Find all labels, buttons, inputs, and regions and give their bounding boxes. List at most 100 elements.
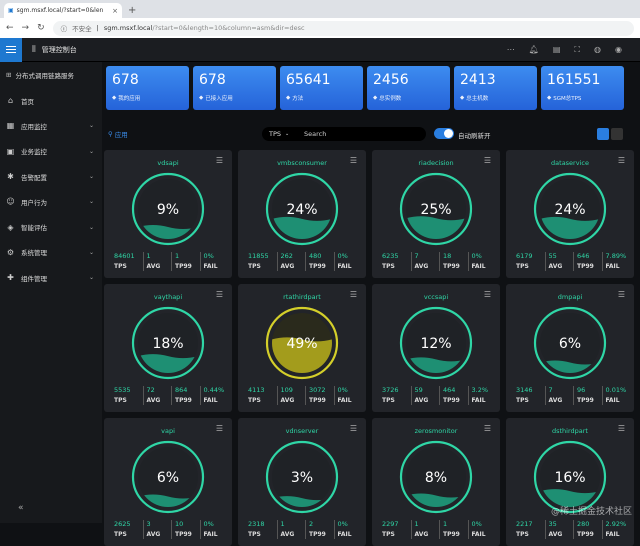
reload-icon[interactable]: ↻ [37,23,45,33]
sidebar-item-5[interactable]: ◈智能评估⌄ [0,214,102,239]
filter-bar: ⚲ 应用 TPS ⌄ Search 自动刷新开 [102,124,640,144]
card-metrics: 84601TPS1AVG1TP990%FAIL [114,252,228,271]
stat-tile[interactable]: 65641◆方法 [280,66,363,110]
card-metrics: 6179TPS55AVG646TP997.89%FAIL [516,252,630,271]
list-view-button[interactable] [611,128,623,140]
location-label: 应用 [115,129,128,139]
metric-tp99: 646TP99 [573,252,602,271]
document-icon[interactable]: ▤ [553,45,561,55]
metric-label: FAIL [472,396,497,405]
info-icon: ⓘ [61,23,68,33]
card-menu-icon[interactable]: ☰ [484,290,491,299]
metric-value: 109 [281,386,306,395]
metric-value: 2625 [114,520,143,529]
address-bar[interactable]: ⓘ 不安全 | sgm.msxf.local/?start=0&length=1… [53,21,634,36]
menu-toggle-button[interactable] [0,38,22,62]
more-icon[interactable]: ⋯ [507,45,515,55]
forward-icon[interactable]: → [22,23,30,33]
card-menu-icon[interactable]: ☰ [216,290,223,299]
app-card[interactable]: vapi☰6%2625TPS3AVG10TP990%FAIL [104,418,232,546]
search-input[interactable]: Search [298,127,426,141]
metric-value: 0% [338,386,363,395]
stat-tile[interactable]: 2413◆总主机数 [454,66,537,110]
sidebar-item-4[interactable]: ☺用户行为⌄ [0,189,102,214]
close-tab-icon[interactable]: × [112,7,118,15]
metric-fail: 0%FAIL [468,252,497,271]
app-card[interactable]: vdnserver☰3%2318TPS1AVG2TP990%FAIL [238,418,366,546]
card-menu-icon[interactable]: ☰ [484,156,491,165]
stat-tile[interactable]: 161551◆SGM总TPS [541,66,624,110]
collapse-icon[interactable]: « [18,503,24,513]
card-metrics: 3146TPS7AVG96TP990.01%FAIL [516,386,630,405]
app-card[interactable]: vaythapi☰18%5535TPS72AVG864TP990.44%FAIL [104,284,232,412]
sidebar-item-6[interactable]: ⚙系统管理⌄ [0,240,102,265]
app-card[interactable]: rtathirdpart☰49%4113TPS109AVG3072TP990%F… [238,284,366,412]
app-card[interactable]: vdsapi☰9%84601TPS1AVG1TP990%FAIL [104,150,232,278]
metric-label: FAIL [338,262,363,271]
fullscreen-icon[interactable]: ⛶ [574,45,580,55]
app-name: riadecision [372,159,500,167]
usage-gauge: 16% [533,440,607,514]
card-menu-icon[interactable]: ☰ [216,156,223,165]
stat-tile[interactable]: 678◆已接入应用 [193,66,276,110]
app-card[interactable]: riadecision☰25%6235TPS7AVG18TP990%FAIL [372,150,500,278]
metric-label: AVG [147,396,172,405]
alarm-icon: ✱ [6,172,15,181]
grid-view-button[interactable] [597,128,609,140]
metric-avg: 72AVG [143,386,172,405]
metric-avg: 7AVG [545,386,574,405]
metric-value: 7 [549,386,574,395]
card-menu-icon[interactable]: ☰ [350,290,357,299]
app-name: vaythapi [104,293,232,301]
app-card[interactable]: dataservice☰24%6179TPS55AVG646TP997.89%F… [506,150,634,278]
sidebar-item-3[interactable]: ✱告警配置⌄ [0,164,102,189]
metric-label: TP99 [309,396,334,405]
new-tab-icon[interactable]: + [128,5,136,16]
metric-value: 6235 [382,252,411,261]
card-menu-icon[interactable]: ☰ [618,156,625,165]
location-filter[interactable]: ⚲ 应用 [108,129,128,139]
back-icon[interactable]: ← [6,23,14,33]
gauge-percent: 6% [157,470,179,486]
sidebar-item-1[interactable]: ▦应用监控⌄ [0,113,102,138]
sidebar-item-2[interactable]: ▣业务监控⌄ [0,139,102,164]
app-card[interactable]: vmbsconsumer☰24%11855TPS262AVG480TP990%F… [238,150,366,278]
stat-tile[interactable]: 678◆我的应用 [106,66,189,110]
browser-tab[interactable]: ▣ sgm.msxf.local/?start=0&len × [4,3,122,18]
card-menu-icon[interactable]: ☰ [618,424,625,433]
gauge-percent: 8% [425,470,447,486]
metric-tp99: 3072TP99 [305,386,334,405]
bell-icon[interactable]: 🔔︎ [529,45,539,55]
metric-value: 464 [443,386,468,395]
card-menu-icon[interactable]: ☰ [350,156,357,165]
stat-tile[interactable]: 2456◆总实例数 [367,66,450,110]
app-card[interactable]: dsthirdpart☰16%2217TPS35AVG280TP992.92%F… [506,418,634,546]
sidebar-title: ⊞ 分布式调用链路服务 [0,62,102,88]
metric-value: 84601 [114,252,143,261]
metric-value: 3.2% [472,386,497,395]
card-menu-icon[interactable]: ☰ [216,424,223,433]
globe-icon[interactable]: ◍ [594,45,601,55]
metric-select[interactable]: TPS ⌄ [262,127,298,141]
user-icon[interactable]: ◉ [615,45,622,55]
app-card[interactable]: vccsapi☰12%3726TPS59AVG464TP993.2%FAIL [372,284,500,412]
metric-label: FAIL [606,530,631,539]
auto-refresh-toggle[interactable] [434,128,454,139]
hamburger-icon [6,49,16,51]
card-menu-icon[interactable]: ☰ [484,424,491,433]
card-menu-icon[interactable]: ☰ [350,424,357,433]
sidebar-item-0[interactable]: ⌂首页 [0,88,102,113]
tab-bar: ▣ sgm.msxf.local/?start=0&len × + [0,0,640,18]
card-menu-icon[interactable]: ☰ [618,290,625,299]
app-card[interactable]: dmpapi☰6%3146TPS7AVG96TP990.01%FAIL [506,284,634,412]
metric-value: 4113 [248,386,277,395]
metric-value: 55 [549,252,574,261]
metric-tps: 4113TPS [248,386,277,405]
sidebar-item-label: 应用监控 [21,121,47,131]
metric-label: TPS [382,530,411,539]
app-card[interactable]: zerosmonitor☰8%2297TPS1AVG1TP990%FAIL [372,418,500,546]
metric-value: 1 [415,520,440,529]
header-title: 管理控制台 [42,45,77,55]
puzzle-icon: ✚ [6,273,15,282]
sidebar-item-7[interactable]: ✚组件管理⌄ [0,265,102,290]
